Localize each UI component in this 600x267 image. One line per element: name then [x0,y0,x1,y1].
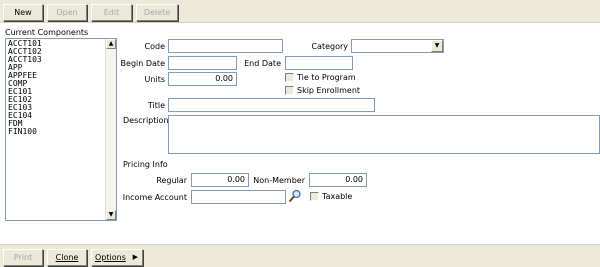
end-date-field[interactable] [285,56,353,70]
delete-button[interactable]: Delete [136,4,178,21]
taxable-label: Taxable [322,192,353,201]
new-button[interactable]: New [3,4,43,21]
list-item[interactable]: FIN100 [6,128,106,136]
taxable-checkbox[interactable] [310,192,319,201]
tie-to-program-checkbox[interactable] [285,73,294,82]
end-date-label: End Date [244,59,281,68]
skip-enrollment-checkbox[interactable] [285,86,294,95]
tie-to-program-label: Tie to Program [297,73,356,82]
options-button-label: Options [95,253,126,262]
components-list: ACCT101 ACCT102 ACCT103 APP APPFEE COMP EC101 E… [6,40,106,136]
non-member-label: Non-Member [253,176,305,185]
search-icon[interactable] [288,189,302,203]
edit-button[interactable]: Edit [91,4,132,21]
components-listbox[interactable]: ACCT101 ACCT102 ACCT103 APP APPFEE COMP EC101 E… [5,38,117,221]
bottom-toolbar: Print Clone Options ▶ [0,244,600,267]
category-label: Category [311,42,348,51]
print-button[interactable]: Print [3,249,43,266]
clone-button-label: Clone [55,253,79,262]
components-label: Current Components [5,28,89,37]
regular-price-field[interactable]: 0.00 [191,173,249,187]
options-button[interactable]: Options ▶ [91,249,143,266]
scroll-up-icon[interactable]: ▲ [106,39,116,49]
income-account-label: Income Account [122,193,187,202]
clone-button[interactable]: Clone [47,249,87,266]
top-toolbar: New Open Edit Delete [0,0,600,23]
code-label: Code [144,42,165,51]
description-label: Description [123,116,169,125]
skip-enrollment-label: Skip Enrollment [297,86,361,95]
chevron-down-icon[interactable]: ▼ [431,40,443,52]
category-select[interactable]: ▼ [351,39,444,53]
scroll-down-icon[interactable]: ▼ [106,210,116,220]
description-field[interactable] [168,115,600,154]
title-label: Title [147,101,165,110]
arrow-right-icon: ▶ [132,253,138,261]
units-label: Units [144,75,165,84]
title-field[interactable] [168,98,375,112]
units-field[interactable]: 0.00 [168,72,237,86]
code-field[interactable] [168,39,283,53]
open-button[interactable]: Open [47,4,87,21]
non-member-price-field[interactable]: 0.00 [309,173,367,187]
begin-date-label: Begin Date [120,59,165,68]
pricing-info-header: Pricing Info [123,160,168,169]
regular-label: Regular [156,176,187,185]
income-account-field[interactable] [191,190,286,204]
begin-date-field[interactable] [168,56,237,70]
